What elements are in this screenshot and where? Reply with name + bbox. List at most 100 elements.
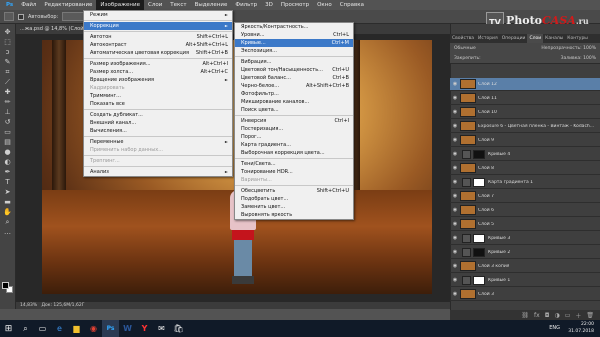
- layer-row[interactable]: ◉ Кривые 2: [450, 246, 600, 259]
- dodge-tool-icon[interactable]: ◐: [3, 158, 13, 167]
- menu-item[interactable]: Автоматическая цветовая коррекция Shift+C…: [84, 49, 232, 57]
- visibility-eye-icon[interactable]: ◉: [450, 263, 460, 269]
- link-layers-icon[interactable]: ⛓: [521, 312, 529, 319]
- word-icon[interactable]: W: [119, 320, 136, 337]
- visibility-eye-icon[interactable]: ◉: [450, 81, 460, 87]
- menu-item[interactable]: Режим ►: [84, 11, 232, 19]
- visibility-eye-icon[interactable]: ◉: [450, 95, 460, 101]
- panel-tab[interactable]: Операции: [500, 34, 528, 43]
- trash-icon[interactable]: 🗑: [586, 312, 594, 319]
- file-explorer-icon[interactable]: ▆: [68, 320, 85, 337]
- menu-item[interactable]: Внешний канал...: [84, 119, 232, 127]
- layer-row[interactable]: ◉ Слой 12: [450, 78, 600, 91]
- layer-row[interactable]: ◉ Слой 5: [450, 218, 600, 231]
- menu-item[interactable]: Цветовой тон/Насыщенность... Ctrl+U: [235, 66, 353, 74]
- menu-item[interactable]: Показать все: [84, 100, 232, 108]
- menu-item[interactable]: Фотофильтр...: [235, 90, 353, 98]
- menu-item[interactable]: Переменные ►: [84, 138, 232, 146]
- fill-value[interactable]: 100%: [583, 56, 596, 61]
- mask-icon[interactable]: ◘: [545, 312, 550, 319]
- menu-item[interactable]: Заменить цвет...: [235, 203, 353, 211]
- menu-item[interactable]: Кривые... Ctrl+M: [235, 39, 353, 47]
- menu-item[interactable]: Файл: [17, 0, 40, 10]
- path-select-icon[interactable]: ➤: [3, 188, 13, 197]
- move-tool-preset-icon[interactable]: [4, 12, 14, 21]
- menu-item[interactable]: Автоконтраст Alt+Shift+Ctrl+L: [84, 41, 232, 49]
- layer-kind-filter[interactable]: Обычные: [454, 43, 476, 54]
- shape-tool-icon[interactable]: ▬: [3, 198, 13, 207]
- blur-tool-icon[interactable]: ●: [3, 148, 13, 157]
- visibility-eye-icon[interactable]: ◉: [450, 249, 460, 255]
- panel-tab[interactable]: Каналы: [543, 34, 565, 43]
- layer-row[interactable]: ◉ Слой 9: [450, 134, 600, 147]
- menu-item[interactable]: Тримминг...: [84, 92, 232, 100]
- layer-row[interactable]: ◉ Exposure 6 - Цветная пленка - Винтаж - …: [450, 120, 600, 133]
- menu-item[interactable]: Справка: [336, 0, 368, 10]
- menu-item[interactable]: Яркость/Контрастность...: [235, 23, 353, 31]
- layer-mask-thumbnail[interactable]: [473, 247, 485, 257]
- menu-item[interactable]: Вибрация...: [235, 58, 353, 66]
- photoshop-icon[interactable]: Ps: [102, 320, 119, 337]
- menu-item[interactable]: Анализ ►: [84, 168, 232, 176]
- quick-select-tool-icon[interactable]: ✎: [3, 58, 13, 67]
- layer-mask-thumbnail[interactable]: [473, 149, 485, 159]
- menu-item[interactable]: Автотон Shift+Ctrl+L: [84, 33, 232, 41]
- menu-item[interactable]: Просмотр: [277, 0, 313, 10]
- mail-icon[interactable]: ✉: [153, 320, 170, 337]
- move-tool-icon[interactable]: ✥: [3, 28, 13, 37]
- layer-mask-thumbnail[interactable]: [473, 177, 485, 187]
- visibility-eye-icon[interactable]: ◉: [450, 193, 460, 199]
- clone-stamp-icon[interactable]: ⊥: [3, 108, 13, 117]
- marquee-tool-icon[interactable]: ⬚: [3, 38, 13, 47]
- menu-item[interactable]: Фильтр: [231, 0, 261, 10]
- visibility-eye-icon[interactable]: ◉: [450, 277, 460, 283]
- visibility-eye-icon[interactable]: ◉: [450, 291, 460, 297]
- yandex-icon[interactable]: Y: [136, 320, 153, 337]
- foreground-color-swatch[interactable]: [2, 282, 9, 289]
- healing-brush-icon[interactable]: ✚: [3, 88, 13, 97]
- menu-item[interactable]: Экспозиция...: [235, 47, 353, 55]
- layer-row[interactable]: ◉ Слой 7: [450, 190, 600, 203]
- layer-row[interactable]: ◉ Слой 3: [450, 288, 600, 301]
- zoom-level[interactable]: 14,83%: [20, 303, 37, 308]
- menu-item[interactable]: 3D: [261, 0, 277, 10]
- windows-start-icon[interactable]: ⊞: [0, 320, 17, 337]
- store-icon[interactable]: 🛍: [170, 320, 187, 337]
- visibility-eye-icon[interactable]: ◉: [450, 109, 460, 115]
- new-layer-icon[interactable]: ＋: [575, 311, 581, 320]
- visibility-eye-icon[interactable]: ◉: [450, 137, 460, 143]
- menu-item[interactable]: Обесцветить Shift+Ctrl+U: [235, 187, 353, 195]
- more-tools-icon[interactable]: …: [3, 228, 13, 237]
- layer-row[interactable]: ◉ Кривые 1: [450, 274, 600, 287]
- visibility-eye-icon[interactable]: ◉: [450, 165, 460, 171]
- chrome-icon[interactable]: ◉: [85, 320, 102, 337]
- menu-item[interactable]: Выровнять яркость: [235, 211, 353, 219]
- menu-item[interactable]: Поиск цвета...: [235, 106, 353, 114]
- layer-row[interactable]: ◉ Слой 3 копия: [450, 260, 600, 273]
- panel-tab[interactable]: История: [476, 34, 500, 43]
- brush-tool-icon[interactable]: ✏: [3, 98, 13, 107]
- menu-item[interactable]: Черно-белое... Alt+Shift+Ctrl+B: [235, 82, 353, 90]
- panel-tab[interactable]: Контуры: [565, 34, 590, 43]
- gradient-tool-icon[interactable]: ▤: [3, 138, 13, 147]
- visibility-eye-icon[interactable]: ◉: [450, 207, 460, 213]
- visibility-eye-icon[interactable]: ◉: [450, 221, 460, 227]
- layer-mask-thumbnail[interactable]: [473, 275, 485, 285]
- menu-item[interactable]: Цветовой баланс... Ctrl+B: [235, 74, 353, 82]
- autoselect-checkbox[interactable]: [18, 13, 24, 20]
- visibility-eye-icon[interactable]: ◉: [450, 179, 460, 185]
- menu-item[interactable]: Тени/Света...: [235, 160, 353, 168]
- pen-tool-icon[interactable]: ✒: [3, 168, 13, 177]
- menu-item[interactable]: Создать дубликат...: [84, 111, 232, 119]
- layer-row[interactable]: ◉ Слой 10: [450, 106, 600, 119]
- menu-item[interactable]: Карта градиента...: [235, 141, 353, 149]
- eyedropper-tool-icon[interactable]: ⟋: [3, 78, 13, 87]
- menu-item[interactable]: Порог...: [235, 133, 353, 141]
- panel-tab[interactable]: Свойства: [450, 34, 476, 43]
- visibility-eye-icon[interactable]: ◉: [450, 235, 460, 241]
- eraser-tool-icon[interactable]: ▭: [3, 128, 13, 137]
- folder-icon[interactable]: ▭: [565, 312, 571, 319]
- menu-item[interactable]: Вычисления...: [84, 127, 232, 135]
- menu-item[interactable]: Окно: [313, 0, 336, 10]
- hand-tool-icon[interactable]: ✋: [3, 208, 13, 217]
